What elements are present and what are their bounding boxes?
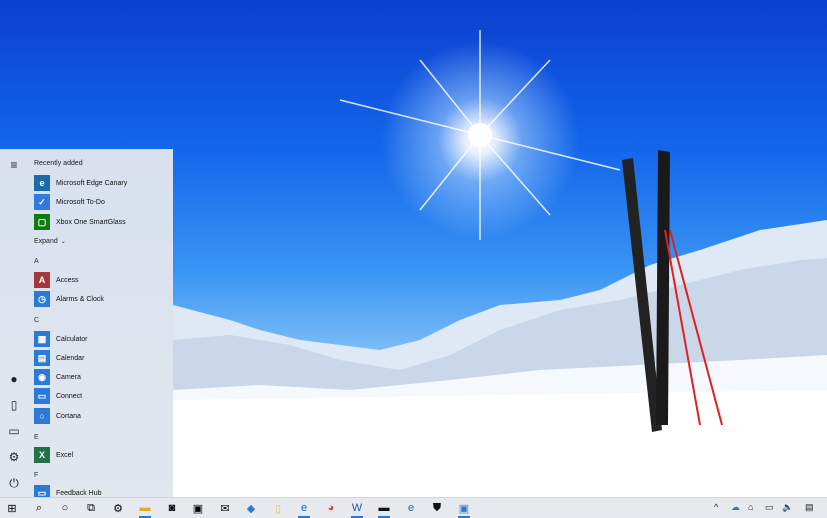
app-feedback-hub[interactable]: ▭ Feedback Hub (34, 484, 169, 497)
app-excel[interactable]: X Excel (34, 446, 169, 464)
app-label: Alarms & Clock (56, 295, 104, 303)
app-calculator[interactable]: ▦ Calculator (34, 330, 169, 348)
app-xbox-smartglass[interactable]: ▢ Xbox One SmartGlass (34, 213, 169, 231)
pictures-icon[interactable]: ▭ (6, 423, 22, 439)
checkmark-icon: ✓ (34, 194, 50, 210)
hamburger-menu-icon[interactable]: ≡ (6, 157, 22, 173)
notification-icon[interactable]: ▤ (805, 502, 814, 513)
app-label: Connect (56, 392, 83, 400)
settings-icon[interactable]: ⚙ (6, 449, 22, 465)
app-label: Access (56, 276, 79, 284)
display-icon[interactable]: ▭ (765, 502, 774, 513)
onedrive-icon[interactable]: ☁ (731, 502, 740, 513)
edge-canary-icon[interactable]: e (296, 500, 312, 518)
mail-icon[interactable]: ✉ (217, 500, 233, 516)
app-access[interactable]: A Access (34, 271, 169, 289)
app-alarms-clock[interactable]: ◷ Alarms & Clock (34, 290, 169, 308)
expand-link[interactable]: Expand ⌄ (34, 238, 66, 245)
app-label: Calendar (56, 354, 85, 362)
app-icon[interactable]: ◆ (243, 500, 259, 516)
chevron-up-icon[interactable]: ^ (714, 502, 718, 512)
app-connect[interactable]: ▭ Connect (34, 387, 169, 405)
power-icon[interactable]: ⏻ (6, 475, 22, 491)
app-microsoft-todo[interactable]: ✓ Microsoft To-Do (34, 193, 169, 211)
app-label: Cortana (56, 412, 81, 420)
cortana-icon: ○ (34, 408, 50, 424)
access-icon: A (34, 272, 50, 288)
app-cortana[interactable]: ○ Cortana (34, 407, 169, 425)
app-calendar[interactable]: ▤ Calendar (34, 349, 169, 367)
connect-icon: ▭ (34, 388, 50, 404)
start-menu: ≡ ● ▯ ▭ ⚙ ⏻ Recently added e Microsoft E… (0, 149, 173, 497)
remote-desktop-icon[interactable]: ▣ (456, 500, 472, 518)
start-icon[interactable]: ⊞ (4, 500, 20, 516)
app-label: Excel (56, 451, 74, 459)
alarm-clock-icon: ◷ (34, 291, 50, 307)
chrome-icon[interactable]: ◕ (323, 500, 339, 516)
group-letter-e[interactable]: E (34, 434, 39, 441)
security-icon[interactable]: ⛊ (429, 500, 445, 516)
app-camera[interactable]: ◉ Camera (34, 368, 169, 386)
settings-icon[interactable]: ⚙ (110, 500, 126, 516)
network-icon[interactable]: ⌂ (748, 502, 753, 512)
calendar-icon: ▤ (34, 350, 50, 366)
app-label: Feedback Hub (56, 489, 102, 497)
app-label: Camera (56, 373, 81, 381)
camera-icon[interactable]: ◙ (164, 500, 180, 516)
taskbar: ⊞ ⌕ ○ ⧉ ⚙ ▬ ◙ ▣ ✉ ◆ ▯ e ◕ W ▬ e ⛊ ▣ ^ ☁ … (0, 497, 827, 518)
group-letter-a[interactable]: A (34, 258, 39, 265)
notepad-icon[interactable]: ▯ (270, 500, 286, 516)
documents-icon[interactable]: ▯ (6, 397, 22, 413)
word-icon[interactable]: W (349, 500, 365, 518)
recently-added-heading: Recently added (34, 160, 83, 167)
edge-canary-icon: e (34, 175, 50, 191)
store-icon[interactable]: ▣ (190, 500, 206, 516)
task-view-icon[interactable]: ⧉ (83, 500, 99, 516)
group-letter-f[interactable]: F (34, 472, 38, 479)
app-list: Recently added e Microsoft Edge Canary ✓… (28, 149, 173, 497)
group-letter-c[interactable]: C (34, 317, 39, 324)
app-label: Xbox One SmartGlass (56, 218, 126, 226)
excel-icon: X (34, 447, 50, 463)
search-icon[interactable]: ⌕ (31, 500, 47, 516)
expand-label: Expand (34, 238, 58, 245)
feedback-hub-icon: ▭ (34, 485, 50, 497)
calculator-icon: ▦ (34, 331, 50, 347)
user-avatar-icon[interactable]: ● (6, 371, 22, 387)
app-label: Microsoft Edge Canary (56, 179, 128, 187)
xbox-smartglass-icon: ▢ (34, 214, 50, 230)
app-label: Calculator (56, 335, 88, 343)
terminal-icon[interactable]: ▬ (376, 500, 392, 518)
start-rail: ≡ ● ▯ ▭ ⚙ ⏻ (0, 149, 28, 497)
chevron-down-icon: ⌄ (60, 239, 66, 245)
cortana-icon[interactable]: ○ (57, 500, 73, 516)
app-label: Microsoft To-Do (56, 198, 105, 206)
app-edge-canary[interactable]: e Microsoft Edge Canary (34, 174, 169, 192)
edge-beta-icon[interactable]: e (403, 500, 419, 516)
file-explorer-icon[interactable]: ▬ (137, 500, 153, 518)
volume-icon[interactable]: 🔈 (782, 502, 793, 513)
camera-icon: ◉ (34, 369, 50, 385)
